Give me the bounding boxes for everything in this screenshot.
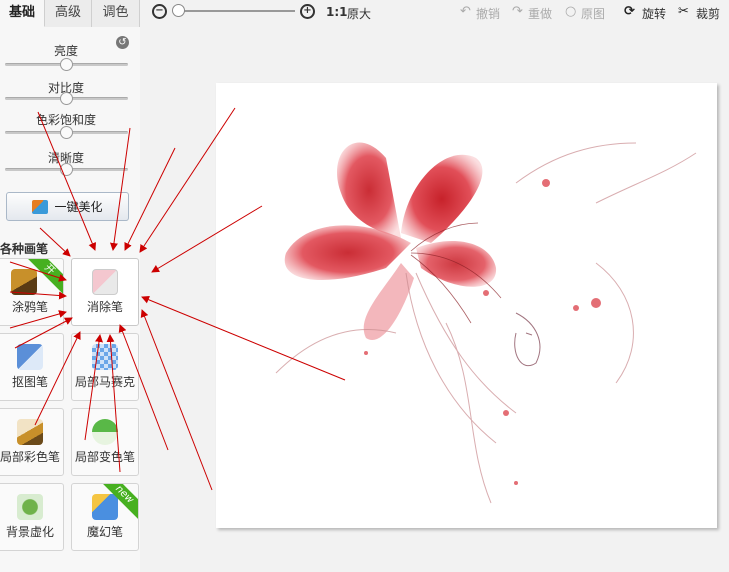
magic-wand-icon — [32, 199, 49, 214]
zoom-slider-handle[interactable] — [172, 4, 185, 17]
tool-label: 魔幻笔 — [86, 525, 123, 539]
one-click-beautify-label: 一键美化 — [54, 200, 103, 214]
magic-pen-icon — [92, 494, 118, 520]
actual-size-button[interactable]: 1:1 — [326, 5, 348, 19]
original-image-button[interactable]: 原图 — [581, 5, 605, 22]
left-panel: 基础 高级 调色 ↺ 亮度 对比度 色彩饱和度 清晰度 一键美化 各种画笔 开 … — [0, 0, 140, 572]
color-brush-icon — [17, 419, 43, 445]
top-toolbar: − + 1:1 原大 ↶ 撤销 ↷ 重做 ○ 原图 ⟳ 旋转 ✂ 裁剪 — [140, 0, 729, 26]
eraser-icon — [92, 269, 118, 295]
brightness-label: 亮度 — [53, 44, 78, 58]
tool-label: 涂鸦笔 — [11, 300, 48, 314]
tool-color-brush[interactable]: 局部彩色笔 — [0, 408, 64, 476]
cutout-pen-icon — [17, 344, 43, 370]
crop-button[interactable]: 裁剪 — [696, 5, 720, 22]
original-size-label[interactable]: 原大 — [347, 5, 371, 22]
tool-label: 消除笔 — [86, 300, 123, 314]
tab-color[interactable]: 调色 — [92, 0, 140, 27]
brush-icon — [11, 269, 37, 295]
tool-doodle-pen[interactable]: 开 涂鸦笔 — [0, 258, 64, 326]
tool-magic-pen[interactable]: new 魔幻笔 — [71, 483, 139, 551]
redo-button[interactable]: 重做 — [528, 5, 552, 22]
tool-cutout-pen[interactable]: 抠图笔 — [0, 333, 64, 401]
tool-recolor-pen[interactable]: 局部变色笔 — [71, 408, 139, 476]
tool-label: 背景虚化 — [5, 525, 54, 539]
tool-label: 抠图笔 — [11, 375, 48, 389]
sharpness-slider[interactable] — [5, 163, 128, 176]
flower-illustration — [275, 142, 697, 504]
rotate-icon: ⟳ — [624, 4, 635, 19]
tool-background-blur[interactable]: 背景虚化 — [0, 483, 64, 551]
tool-label: 局部彩色笔 — [0, 450, 60, 464]
contrast-slider-handle[interactable] — [60, 92, 73, 105]
tab-advanced[interactable]: 高级 — [45, 0, 92, 27]
original-image-icon: ○ — [565, 4, 577, 19]
contrast-slider[interactable] — [5, 92, 128, 105]
annotation-arrow — [140, 309, 213, 491]
tool-mosaic[interactable]: 局部马赛克 — [71, 333, 139, 401]
tab-bar: 基础 高级 调色 — [0, 0, 140, 27]
sharpness-slider-handle[interactable] — [60, 163, 73, 176]
tool-label: 局部马赛克 — [74, 375, 135, 389]
zoom-in-icon[interactable]: + — [300, 4, 315, 19]
saturation-slider-handle[interactable] — [60, 126, 73, 139]
undo-icon: ↶ — [460, 4, 471, 19]
image-canvas[interactable] — [216, 83, 717, 528]
tool-label: 局部变色笔 — [74, 450, 135, 464]
brush-section-title: 各种画笔 — [0, 242, 49, 256]
undo-button[interactable]: 撤销 — [476, 5, 500, 22]
tab-basic[interactable]: 基础 — [0, 0, 45, 27]
brightness-slider-handle[interactable] — [60, 58, 73, 71]
brightness-slider[interactable] — [5, 58, 128, 71]
mosaic-icon — [92, 344, 118, 370]
zoom-out-icon[interactable]: − — [152, 4, 167, 19]
scissors-icon: ✂ — [678, 4, 689, 19]
tool-eraser-pen[interactable]: 消除笔 — [71, 258, 139, 326]
one-click-beautify-button[interactable]: 一键美化 — [6, 192, 129, 221]
saturation-slider[interactable] — [5, 126, 128, 139]
rotate-button[interactable]: 旋转 — [642, 5, 666, 22]
recolor-pen-icon — [92, 419, 118, 445]
redo-icon: ↷ — [512, 4, 523, 19]
zoom-slider[interactable] — [177, 10, 295, 12]
blur-background-icon — [17, 494, 43, 520]
